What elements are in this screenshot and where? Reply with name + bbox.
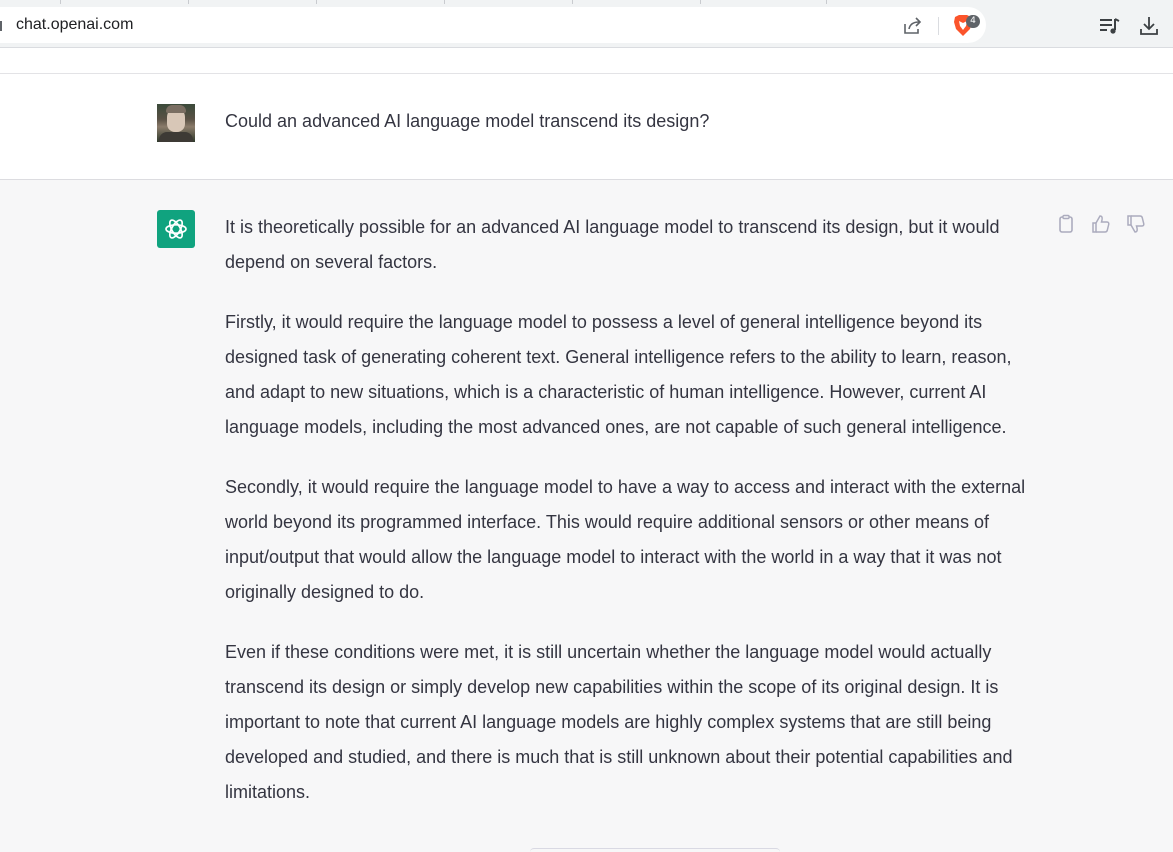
message-actions bbox=[1056, 214, 1152, 238]
thumbs-down-icon[interactable] bbox=[1126, 214, 1148, 236]
answer-paragraph: It is theoretically possible for an adva… bbox=[225, 217, 1000, 272]
thumbs-up-icon[interactable] bbox=[1091, 214, 1113, 236]
avatar-shirt bbox=[159, 132, 193, 142]
user-message-text: Could an advanced AI language model tran… bbox=[225, 111, 710, 131]
answer-paragraph: Firstly, it would require the language m… bbox=[225, 312, 1012, 437]
url-text[interactable]: chat.openai.com bbox=[16, 16, 133, 34]
playlist-icon[interactable] bbox=[1098, 16, 1120, 36]
download-icon[interactable] bbox=[1138, 14, 1160, 38]
user-message-row: Could an advanced AI language model tran… bbox=[0, 74, 1173, 180]
address-bar[interactable]: chat.openai.com 4 bbox=[0, 7, 986, 43]
answer-paragraph: Even if these conditions were met, it is… bbox=[225, 642, 1013, 802]
copy-icon[interactable] bbox=[1056, 214, 1078, 236]
assistant-message-text: It is theoretically possible for an adva… bbox=[225, 210, 1045, 835]
user-avatar bbox=[157, 104, 195, 142]
avatar-hair bbox=[166, 105, 186, 113]
input-area-edge bbox=[530, 848, 780, 852]
share-icon[interactable] bbox=[902, 16, 924, 36]
chat-top-spacer bbox=[0, 48, 1173, 74]
browser-toolbar: chat.openai.com 4 bbox=[0, 4, 1173, 48]
site-info-icon[interactable] bbox=[0, 21, 2, 31]
assistant-message-row: It is theoretically possible for an adva… bbox=[0, 180, 1173, 851]
chatgpt-logo-icon bbox=[157, 210, 195, 248]
answer-paragraph: Secondly, it would require the language … bbox=[225, 477, 1026, 602]
shields-count-badge: 4 bbox=[966, 15, 980, 28]
omnibox-divider bbox=[938, 17, 939, 35]
